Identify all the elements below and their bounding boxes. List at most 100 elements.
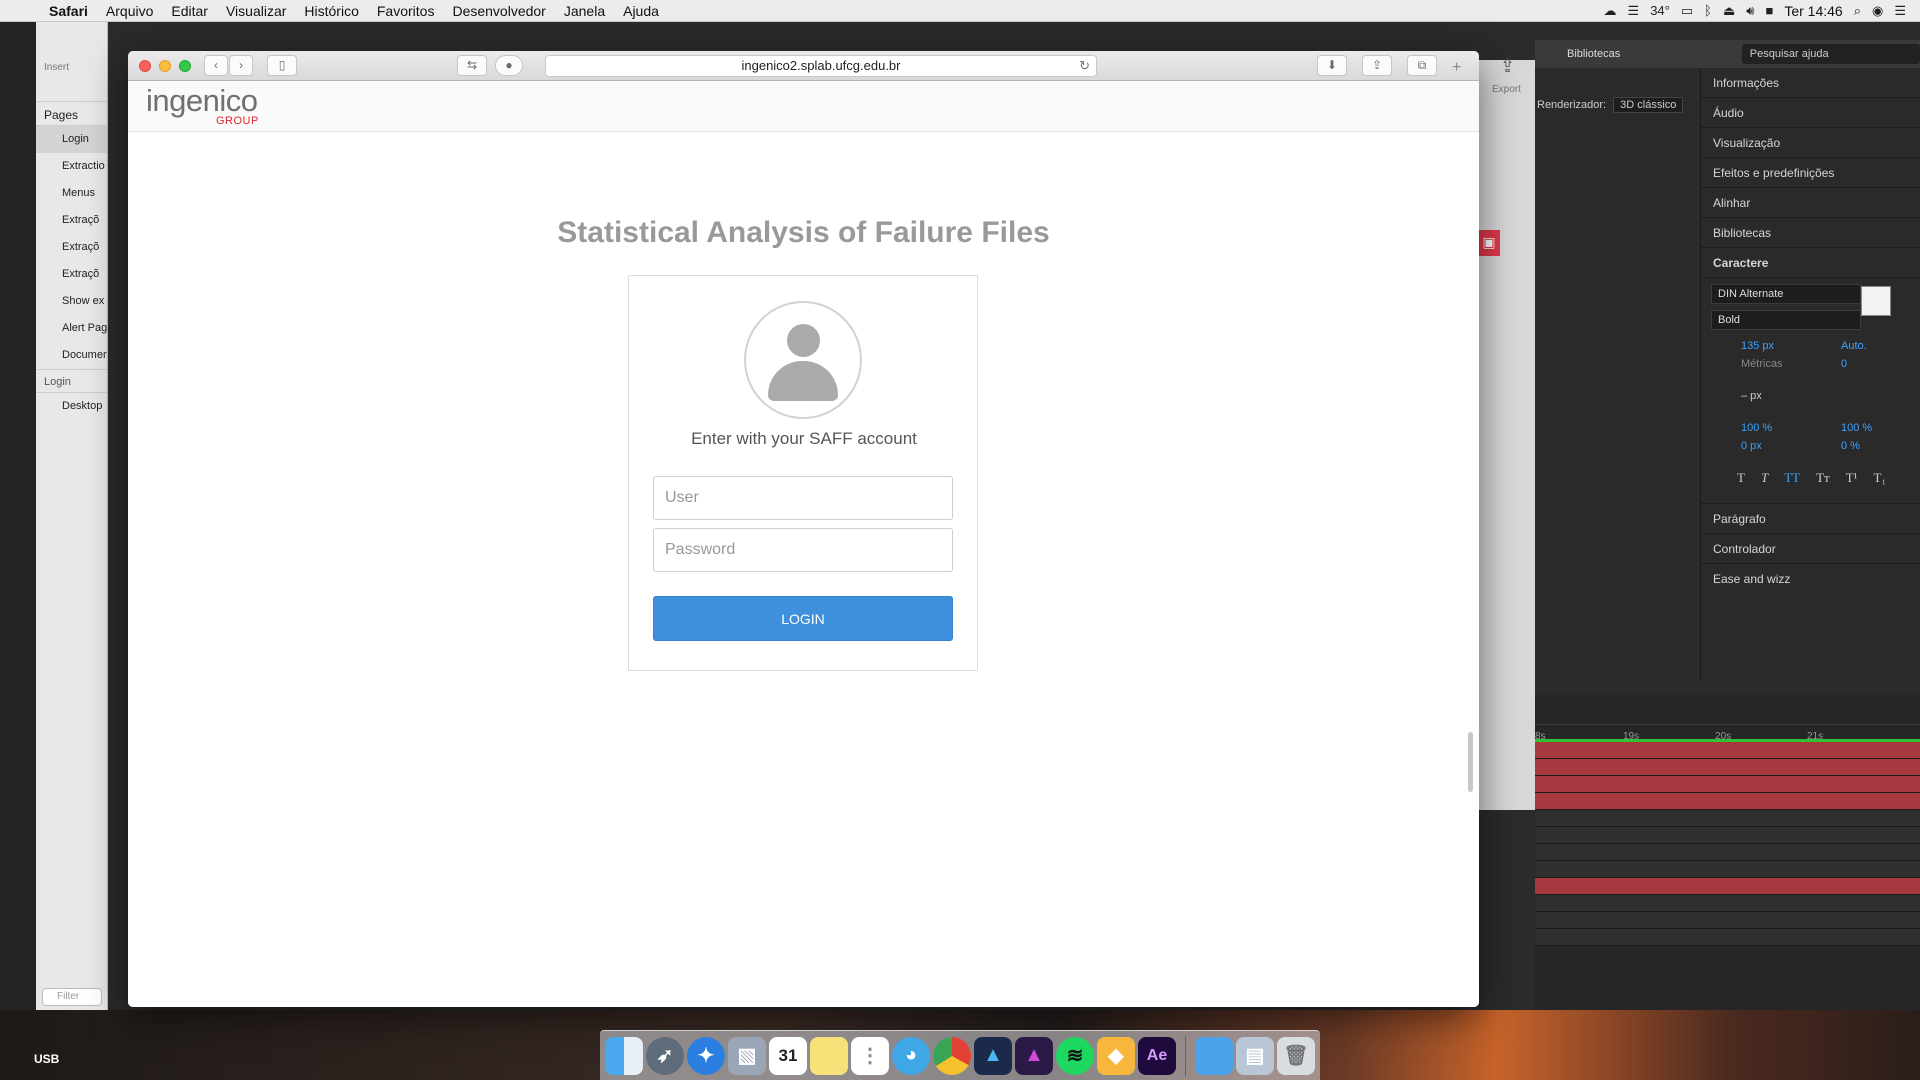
calendar-icon[interactable]: 31	[769, 1036, 807, 1075]
timeline-track[interactable]	[1535, 912, 1920, 929]
bluetooth-icon[interactable]: ᛒ	[1704, 3, 1712, 18]
after-effects-icon[interactable]: Ae	[1138, 1036, 1176, 1075]
display-icon[interactable]: ▭	[1681, 3, 1693, 19]
chrome-icon[interactable]	[933, 1036, 971, 1075]
timeline-track[interactable]	[1535, 844, 1920, 861]
menu-arquivo[interactable]: Arquivo	[97, 3, 162, 19]
adblock-icon[interactable]: ●	[495, 55, 523, 76]
reminders-icon[interactable]: ⋮	[851, 1036, 889, 1075]
login-button[interactable]: LOGIN	[653, 596, 953, 641]
subscript-icon[interactable]: T₁	[1874, 470, 1886, 486]
user-input[interactable]: User	[653, 476, 953, 520]
tasks-icon[interactable]: ☰	[1628, 3, 1640, 19]
timeline-track[interactable]	[1535, 742, 1920, 759]
zoom-window-button[interactable]	[179, 60, 191, 72]
share-icon[interactable]: ⇪	[1362, 55, 1392, 76]
back-arrow-icon[interactable]: ‹	[204, 55, 228, 76]
panel-section[interactable]: Visualização	[1701, 128, 1920, 158]
timeline-track[interactable]	[1535, 776, 1920, 793]
timeline-track[interactable]	[1535, 861, 1920, 878]
menu-desenvolvedor[interactable]: Desenvolvedor	[443, 3, 554, 19]
fill-color-swatch[interactable]	[1861, 286, 1891, 316]
launchpad-icon[interactable]: ➶	[646, 1036, 684, 1075]
timeline-track[interactable]	[1535, 810, 1920, 827]
faux-italic-icon[interactable]: T	[1761, 470, 1768, 486]
password-input[interactable]: Password	[653, 528, 953, 572]
kerning-value[interactable]: Métricas	[1741, 358, 1783, 370]
reload-icon[interactable]: ↻	[1079, 56, 1090, 76]
help-search-input[interactable]: Pesquisar ajuda	[1741, 44, 1920, 64]
timeline-track[interactable]	[1535, 929, 1920, 946]
close-window-button[interactable]	[139, 60, 151, 72]
page-scrollbar[interactable]	[1468, 732, 1473, 792]
menu-editar[interactable]: Editar	[162, 3, 217, 19]
affinity-designer-icon[interactable]: ▲	[974, 1036, 1012, 1075]
notification-center-icon[interactable]: ☰	[1894, 3, 1906, 19]
panel-section[interactable]: Controlador	[1701, 533, 1920, 563]
menu-janela[interactable]: Janela	[555, 3, 614, 19]
panel-section[interactable]: Alinhar	[1701, 188, 1920, 218]
horizontal-scale-value[interactable]: 100 %	[1841, 422, 1872, 434]
safari-icon[interactable]: ✦	[687, 1036, 725, 1075]
ingenico-logo[interactable]: ingenico GROUP	[146, 85, 258, 127]
tabs-overview-icon[interactable]: ⧉	[1407, 55, 1437, 76]
vertical-scale-value[interactable]: 100 %	[1741, 422, 1772, 434]
timeline-track[interactable]	[1535, 793, 1920, 810]
tsume-value[interactable]: 0 %	[1841, 440, 1860, 452]
menu-historico[interactable]: Histórico	[295, 3, 367, 19]
siri-icon[interactable]: ◉	[1872, 3, 1883, 19]
baseline-shift-value[interactable]: 0 px	[1741, 440, 1762, 452]
affinity-photo-icon[interactable]: ▲	[1015, 1036, 1053, 1075]
page-item[interactable]: Extractio	[36, 153, 107, 180]
minimize-window-button[interactable]	[159, 60, 171, 72]
eject-icon[interactable]: ⏏	[1723, 3, 1735, 19]
page-item[interactable]: Show ex	[36, 288, 107, 315]
leading-value[interactable]: Auto.	[1841, 340, 1867, 352]
renderer-select[interactable]: 3D clássico	[1613, 97, 1684, 113]
bookmark-sync-icon[interactable]: ⇆	[457, 55, 487, 76]
forward-arrow-icon[interactable]: ›	[229, 55, 253, 76]
page-item[interactable]: Documen	[36, 342, 107, 369]
preview-icon[interactable]: ▧	[728, 1036, 766, 1075]
panel-section[interactable]: Parágrafo	[1701, 503, 1920, 533]
tweetbot-icon[interactable]: ◕	[892, 1036, 930, 1075]
panel-section[interactable]: Informações	[1701, 68, 1920, 98]
creative-cloud-icon[interactable]: ☁	[1604, 3, 1617, 19]
finder-icon[interactable]	[605, 1036, 643, 1075]
tab-bibliotecas[interactable]: Bibliotecas	[1535, 48, 1684, 60]
downloads-icon[interactable]: ⬇	[1317, 55, 1347, 76]
page-item[interactable]: Extraçõ	[36, 261, 107, 288]
panel-section[interactable]: Áudio	[1701, 98, 1920, 128]
font-size-value[interactable]: 135 px	[1741, 340, 1774, 352]
notes-icon[interactable]	[810, 1036, 848, 1075]
documents-icon[interactable]: ▤	[1236, 1036, 1274, 1075]
usb-drive-label[interactable]: USB	[34, 1052, 59, 1066]
timeline-track[interactable]	[1535, 895, 1920, 912]
volume-icon[interactable]: 🔊︎	[1746, 3, 1754, 19]
folder-icon[interactable]	[1195, 1036, 1233, 1075]
spotlight-search-icon[interactable]: ⌕	[1854, 3, 1861, 19]
panel-section[interactable]: Efeitos e predefinições	[1701, 158, 1920, 188]
menu-app-safari[interactable]: Safari	[40, 3, 97, 19]
timeline-track[interactable]	[1535, 759, 1920, 776]
layers-filter-input[interactable]: Filter	[42, 988, 102, 1006]
address-bar[interactable]: ingenico2.splab.ufcg.edu.br ↻	[545, 55, 1097, 77]
font-family-select[interactable]: DIN Alternate	[1711, 284, 1861, 304]
layer-item[interactable]: Desktop	[36, 393, 107, 420]
page-item[interactable]: Alert Pag	[36, 315, 107, 342]
input-source-flag-icon[interactable]: ■	[1765, 3, 1773, 18]
insert-button[interactable]: Insert	[36, 22, 107, 102]
page-item[interactable]: Extraçõ	[36, 234, 107, 261]
timeline-ruler[interactable]: 8s 19s 20s 21s	[1535, 695, 1920, 742]
page-item[interactable]: Menus	[36, 180, 107, 207]
panel-section-character[interactable]: Caractere	[1701, 248, 1920, 278]
tracking-value[interactable]: 0	[1841, 358, 1847, 370]
menu-favoritos[interactable]: Favoritos	[368, 3, 444, 19]
panel-section[interactable]: Ease and wizz	[1701, 563, 1920, 593]
temperature-label[interactable]: 34°	[1650, 3, 1670, 18]
faux-bold-icon[interactable]: T	[1737, 470, 1745, 486]
font-style-select[interactable]: Bold	[1711, 310, 1861, 330]
page-item[interactable]: Extraçõ	[36, 207, 107, 234]
trash-icon[interactable]: 🗑︎	[1277, 1036, 1315, 1075]
menu-ajuda[interactable]: Ajuda	[614, 3, 668, 19]
